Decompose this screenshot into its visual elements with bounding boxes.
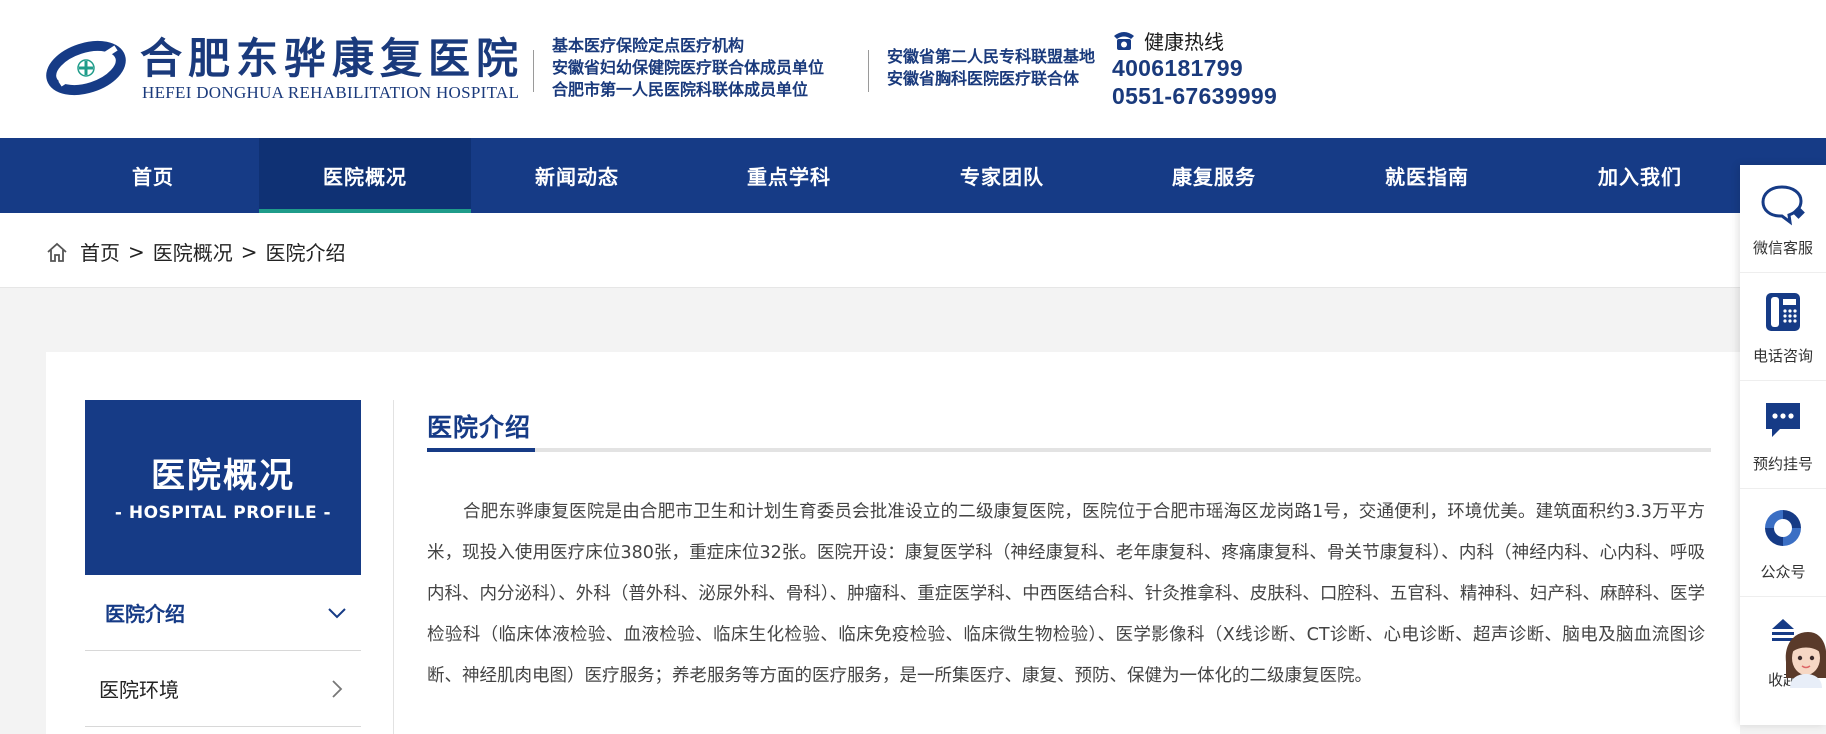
breadcrumb-home[interactable]: 首页 bbox=[80, 237, 120, 266]
sidebar-item-hospital-intro[interactable]: 医院介绍 bbox=[85, 575, 361, 651]
nav-item-hospital-overview[interactable]: 医院概况 bbox=[259, 138, 471, 213]
sidebar-item-label: 医院介绍 bbox=[105, 602, 185, 626]
message-icon bbox=[1766, 403, 1800, 437]
header-divider bbox=[868, 50, 869, 92]
nav-item-key-disciplines[interactable]: 重点学科 bbox=[683, 138, 895, 213]
hospital-name-en: HEFEI DONGHUA REHABILITATION HOSPITAL bbox=[142, 83, 520, 102]
qualifications-right: 安徽省第二人民专科联盟基地 安徽省胸科医院医疗联合体 bbox=[887, 46, 1095, 90]
qualification-line: 合肥市第一人民医院科联体成员单位 bbox=[552, 80, 809, 99]
breadcrumb: 首页 > 医院概况 > 医院介绍 bbox=[46, 237, 346, 266]
sidebar-header: 医院概况 - HOSPITAL PROFILE - bbox=[85, 400, 361, 575]
hotline-label: 健康热线 bbox=[1144, 29, 1224, 54]
official-account-button[interactable]: 公众号 bbox=[1740, 489, 1826, 597]
wechat-chat-icon bbox=[1761, 185, 1805, 226]
official-account-icon bbox=[1765, 510, 1801, 546]
nav-item-join-us[interactable]: 加入我们 bbox=[1534, 138, 1746, 213]
float-item-label: 预约挂号 bbox=[1752, 455, 1813, 473]
breadcrumb-separator: > bbox=[240, 239, 258, 264]
hotline-number[interactable]: 0551-67639999 bbox=[1112, 82, 1277, 110]
sidebar-item-hospital-environment[interactable]: 医院环境 bbox=[85, 651, 361, 727]
hotline: 健康热线 4006181799 0551-67639999 bbox=[1112, 26, 1277, 110]
float-item-label: 微信客服 bbox=[1752, 239, 1813, 257]
appointment-button[interactable]: 预约挂号 bbox=[1740, 381, 1826, 489]
section-title: 医院介绍 bbox=[427, 413, 532, 442]
site-header: 合肥东骅康复医院 HEFEI DONGHUA REHABILITATION HO… bbox=[0, 0, 1826, 138]
breadcrumb-bar: 首页 > 医院概况 > 医院介绍 bbox=[0, 213, 1826, 288]
section-rule-accent bbox=[427, 448, 535, 452]
home-icon bbox=[47, 242, 67, 262]
sidebar-item-label: 医院环境 bbox=[99, 678, 179, 702]
chevron-down-icon bbox=[328, 607, 346, 618]
telephone-icon bbox=[1766, 293, 1800, 331]
hotline-number[interactable]: 4006181799 bbox=[1112, 54, 1277, 82]
section-rule bbox=[427, 448, 1711, 452]
nav-item-home[interactable]: 首页 bbox=[47, 138, 259, 213]
breadcrumb-separator: > bbox=[128, 239, 145, 264]
qualification-line: 安徽省胸科医院医疗联合体 bbox=[887, 69, 1080, 88]
sidebar-title: 医院概况 bbox=[151, 456, 295, 496]
phone-consult-button[interactable]: 电话咨询 bbox=[1740, 273, 1826, 381]
phone-icon bbox=[1114, 32, 1134, 50]
nav-item-visit-guide[interactable]: 就医指南 bbox=[1321, 138, 1533, 213]
nav-item-label: 医院概况 bbox=[323, 165, 407, 189]
nav-item-news[interactable]: 新闻动态 bbox=[471, 138, 683, 213]
qualification-line: 安徽省第二人民专科联盟基地 bbox=[887, 47, 1096, 66]
header-divider bbox=[533, 50, 534, 92]
nav-item-experts[interactable]: 专家团队 bbox=[896, 138, 1108, 213]
float-item-label: 公众号 bbox=[1760, 563, 1806, 581]
float-item-label: 电话咨询 bbox=[1752, 347, 1813, 365]
hospital-logo[interactable] bbox=[46, 38, 132, 98]
wechat-service-button[interactable]: 微信客服 bbox=[1740, 165, 1826, 273]
qualification-line: 安徽省妇幼保健院医疗联合体成员单位 bbox=[552, 58, 825, 77]
nav-item-rehab-services[interactable]: 康复服务 bbox=[1108, 138, 1320, 213]
main-nav: 首页 医院概况 新闻动态 重点学科 专家团队 康复服务 就医指南 加入我们 bbox=[0, 138, 1826, 213]
qualification-line: 基本医疗保险定点医疗机构 bbox=[552, 36, 745, 55]
article-body: 合肥东骅康复医院是由合肥市卫生和计划生育委员会批准设立的二级康复医院，医院位于合… bbox=[427, 502, 1705, 686]
breadcrumb-overview[interactable]: 医院概况 bbox=[153, 237, 233, 266]
sidebar-subtitle: - HOSPITAL PROFILE - bbox=[114, 503, 332, 523]
qualifications-left: 基本医疗保险定点医疗机构 安徽省妇幼保健院医疗联合体成员单位 合肥市第一人民医院… bbox=[552, 35, 824, 101]
hospital-name: 合肥东骅康复医院 bbox=[140, 34, 525, 83]
column-divider bbox=[393, 400, 394, 734]
assistant-avatar[interactable] bbox=[1782, 628, 1826, 688]
chevron-right-icon bbox=[332, 679, 343, 698]
breadcrumb-current: 医院介绍 bbox=[265, 241, 346, 265]
